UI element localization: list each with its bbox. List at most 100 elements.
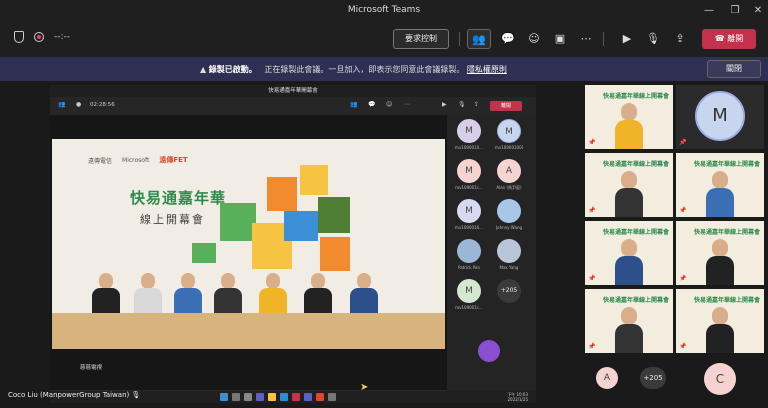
roster-name: mv1090016... [455,225,483,230]
video-tile[interactable]: 快易通嘉年華線上開幕會 📌 [676,221,764,285]
avatar: M [457,279,481,303]
video-tile[interactable]: 快易通嘉年華線上開幕會 📌 [585,153,673,217]
roster-name: mv1090010008 [495,145,523,150]
presentation-slide: 遠傳電信 Microsoft 遠傳FET 快易通嘉年華 線上開幕會 [52,139,445,349]
recording-label: 錄製已啟動。 [208,65,257,74]
video-tile[interactable]: M 📌 [676,85,764,149]
people-icon: 👥 [58,101,66,108]
chat-icon: 💬 [368,101,376,108]
taskbar-clock: 下午 10:03 2022/1/25 [507,392,528,402]
people-icon: 👥 [350,101,358,108]
divider [459,32,460,46]
avatar [478,340,500,362]
pin-icon[interactable]: 📌 [588,343,595,350]
roster-tile: Mmv109001c... [455,279,483,310]
leave-label: 離開 [727,34,744,43]
rooms-icon[interactable]: ▣ [548,29,572,49]
person [90,273,122,313]
roster-tile: Patrick Pan [455,239,483,270]
pin-icon[interactable]: 📌 [679,207,686,214]
tile-backdrop-title: 快易通嘉年華線上開幕會 [603,229,670,236]
pin-icon[interactable]: 📌 [588,207,595,214]
taskbar-apps [220,393,336,401]
banner-message: ▲ 錄製已啟動。 正在錄製此會議。一旦加入，即表示您同意此會議錄製。 隱私權原則 [200,64,507,75]
avatar [497,239,521,263]
pin-icon[interactable]: 📌 [588,139,595,146]
warning-icon: ▲ [200,65,209,74]
camera-icon: ▶ [442,101,447,108]
roster-name: mv1090010... [455,145,483,150]
pin-icon[interactable]: 📌 [679,275,686,282]
logo-microsoft: Microsoft [122,156,150,164]
avatar[interactable]: C [704,363,736,395]
person [132,273,164,313]
decor-cube [300,165,328,195]
chat-icon[interactable]: 💬 [496,29,520,49]
decor-cube [318,197,350,233]
person [348,273,380,313]
logo-fet: 遠傳FET [159,156,188,164]
app-icon [292,393,300,401]
people-icon[interactable]: 👥 [467,29,491,49]
mic-off-icon: 🎙 [131,391,141,399]
pin-icon[interactable]: 📌 [679,343,686,350]
leave-button[interactable]: ☎ 離開 [702,29,756,49]
shared-leave-button: 離開 [490,101,522,111]
video-tile[interactable]: 快易通嘉年華線上開幕會 📌 [676,153,764,217]
person [172,273,204,313]
overflow-count[interactable]: +205 [640,367,666,389]
decor-cube [220,203,256,241]
avatar: M [457,119,481,143]
avatar [457,239,481,263]
shared-screen: 快易通嘉年華開幕會 👥 ● 02:28:56 👥 💬 ☺ ⋯ ▶ 🎙 ⇪ 離開 … [50,85,536,403]
request-control-button[interactable]: 要求控制 [393,29,449,49]
avatar: M [457,199,481,223]
avatar: M [497,119,521,143]
roster-name: Alan (馬尹庭) [496,185,522,190]
roster-tile: Max Yang [495,239,523,270]
tile-backdrop-title: 快易通嘉年華線上開幕會 [603,161,670,168]
slide-subtitle: 線上開幕會 [140,213,205,226]
mic-off-icon[interactable]: 🎙 [641,29,665,49]
recording-banner: ▲ 錄製已啟動。 正在錄製此會議。一旦加入，即表示您同意此會議錄製。 隱私權原則… [0,57,768,81]
edge-icon [280,393,288,401]
privacy-link[interactable]: 隱私權原則 [467,65,507,74]
minimize-icon[interactable]: — [700,3,718,19]
camera-off-icon[interactable]: ▶ [615,29,639,49]
video-tile[interactable]: 快易通嘉年華線上開幕會 📌 [585,289,673,353]
more-options-icon[interactable]: ⋯ [574,29,598,49]
decor-cube [284,211,318,241]
shared-timer: 02:28:56 [90,102,115,108]
decor-cube [320,237,350,271]
share-icon[interactable]: ⇪ [668,29,692,49]
video-tile[interactable]: 快易通嘉年華線上開幕會 📌 [585,85,673,149]
self-view-label: Coco Liu (ManpowerGroup Taiwan) 🎙 [8,391,140,399]
roster-name: mv109001c... [455,305,483,310]
windows-start-icon [220,393,228,401]
pin-icon[interactable]: 📌 [679,139,686,146]
self-name: Coco Liu (ManpowerGroup Taiwan) [8,391,130,399]
close-window-icon[interactable]: ✕ [749,3,767,19]
teams-icon [304,393,312,401]
meeting-timer: --:-- [54,32,71,42]
window-title: Microsoft Teams [347,5,421,15]
mic-off-icon: 🎙 [458,101,466,108]
slide-caption: 慈慈電視 [80,365,103,371]
title-bar: Microsoft Teams — ❐ ✕ [0,0,768,22]
avatar [497,199,521,223]
reactions-icon[interactable]: ☺ [522,29,546,49]
phone-icon: ☎ [714,34,728,43]
tile-backdrop-title: 快易通嘉年華線上開幕會 [603,297,670,304]
tile-backdrop-title: 快易通嘉年華線上開幕會 [694,229,761,236]
roster-tile: Johnny Wang [495,199,523,230]
overflow-count: +205 [497,279,521,303]
roster-tile: +205 [495,279,523,305]
avatar[interactable]: A [596,367,618,389]
maximize-icon[interactable]: ❐ [726,3,744,19]
pin-icon[interactable]: 📌 [588,275,595,282]
video-tile[interactable]: 快易通嘉年華線上開幕會 📌 [676,289,764,353]
app-icon [328,393,336,401]
video-tile[interactable]: 快易通嘉年華線上開幕會 📌 [585,221,673,285]
close-banner-button[interactable]: 關閉 [707,60,761,78]
roster-name: Johnny Wang [495,225,523,230]
